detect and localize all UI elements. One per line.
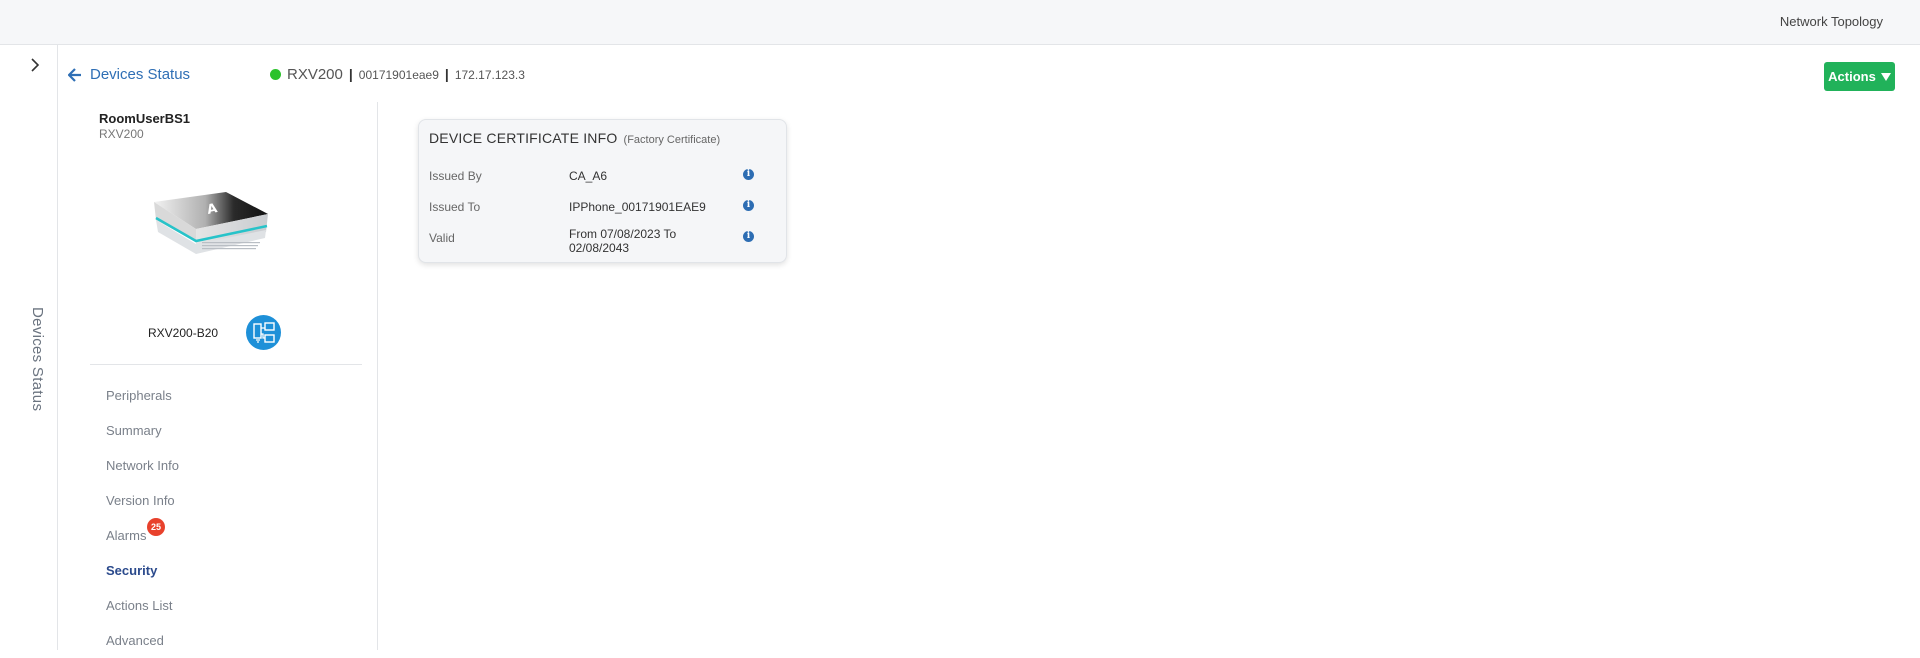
- alarms-count-badge: 25: [147, 518, 165, 536]
- rail-devices-status-label[interactable]: Devices Status: [26, 307, 46, 411]
- info-icon[interactable]: i: [743, 231, 754, 242]
- network-topology-icon: [252, 321, 275, 343]
- device-ip: 172.17.123.3: [454, 68, 525, 82]
- device-sidebar: RoomUserBS1 RXV200 A RXV200-B20 Peripher…: [58, 102, 378, 650]
- device-name: RXV200: [287, 66, 343, 83]
- certificate-title: DEVICE CERTIFICATE INFO: [429, 130, 618, 146]
- caret-down-icon: [1880, 72, 1891, 81]
- arrow-left-icon: [68, 67, 81, 82]
- sidebar-divider: [90, 364, 362, 365]
- separator: |: [444, 66, 449, 82]
- network-topology-link[interactable]: Network Topology: [1780, 14, 1883, 29]
- top-bar: Network Topology: [0, 0, 1920, 45]
- device-mac: 00171901eae9: [358, 68, 439, 82]
- certificate-card-title: DEVICE CERTIFICATE INFO (Factory Certifi…: [429, 130, 720, 146]
- row-value: IPPhone_00171901EAE9: [569, 200, 706, 214]
- online-status-dot: [270, 69, 281, 80]
- menu-item-peripherals[interactable]: Peripherals: [106, 378, 179, 413]
- menu-item-security[interactable]: Security: [106, 553, 179, 588]
- row-label: Valid: [429, 231, 455, 245]
- menu-item-label: Alarms: [106, 528, 147, 543]
- info-icon[interactable]: i: [743, 200, 754, 211]
- device-image: A: [154, 192, 268, 254]
- actions-dropdown-button[interactable]: Actions: [1824, 62, 1895, 91]
- back-link-label: Devices Status: [90, 66, 191, 83]
- menu-item-actions-list[interactable]: Actions List: [106, 588, 179, 623]
- room-name: RoomUserBS1: [99, 111, 191, 126]
- actions-label: Actions: [1828, 69, 1876, 84]
- row-value: CA_A6: [569, 169, 608, 183]
- back-to-devices-status[interactable]: Devices Status: [68, 66, 190, 83]
- device-certificate-card: DEVICE CERTIFICATE INFO (Factory Certifi…: [418, 119, 787, 263]
- menu-item-advanced[interactable]: Advanced: [106, 623, 179, 658]
- row-value: From 07/08/2023 To 02/08/2043: [569, 227, 677, 255]
- device-menu: Peripherals Summary Network Info Version…: [106, 378, 179, 658]
- menu-item-version-info[interactable]: Version Info: [106, 483, 179, 518]
- collapsed-side-rail: Devices Status: [0, 45, 58, 650]
- separator: |: [348, 66, 353, 82]
- row-label: Issued To: [429, 200, 481, 214]
- menu-item-summary[interactable]: Summary: [106, 413, 179, 448]
- menu-item-network-info[interactable]: Network Info: [106, 448, 179, 483]
- device-header: RXV200 | 00171901eae9 | 172.17.123.3: [270, 66, 525, 83]
- info-icon[interactable]: i: [743, 169, 754, 180]
- device-model-code: RXV200-B20: [148, 326, 219, 340]
- chevron-right-icon[interactable]: [26, 56, 44, 74]
- room-model: RXV200: [99, 127, 144, 141]
- topology-button[interactable]: [246, 315, 281, 350]
- row-label: Issued By: [429, 169, 482, 183]
- menu-item-alarms[interactable]: Alarms 25: [106, 518, 179, 553]
- certificate-subtitle: (Factory Certificate): [623, 134, 721, 146]
